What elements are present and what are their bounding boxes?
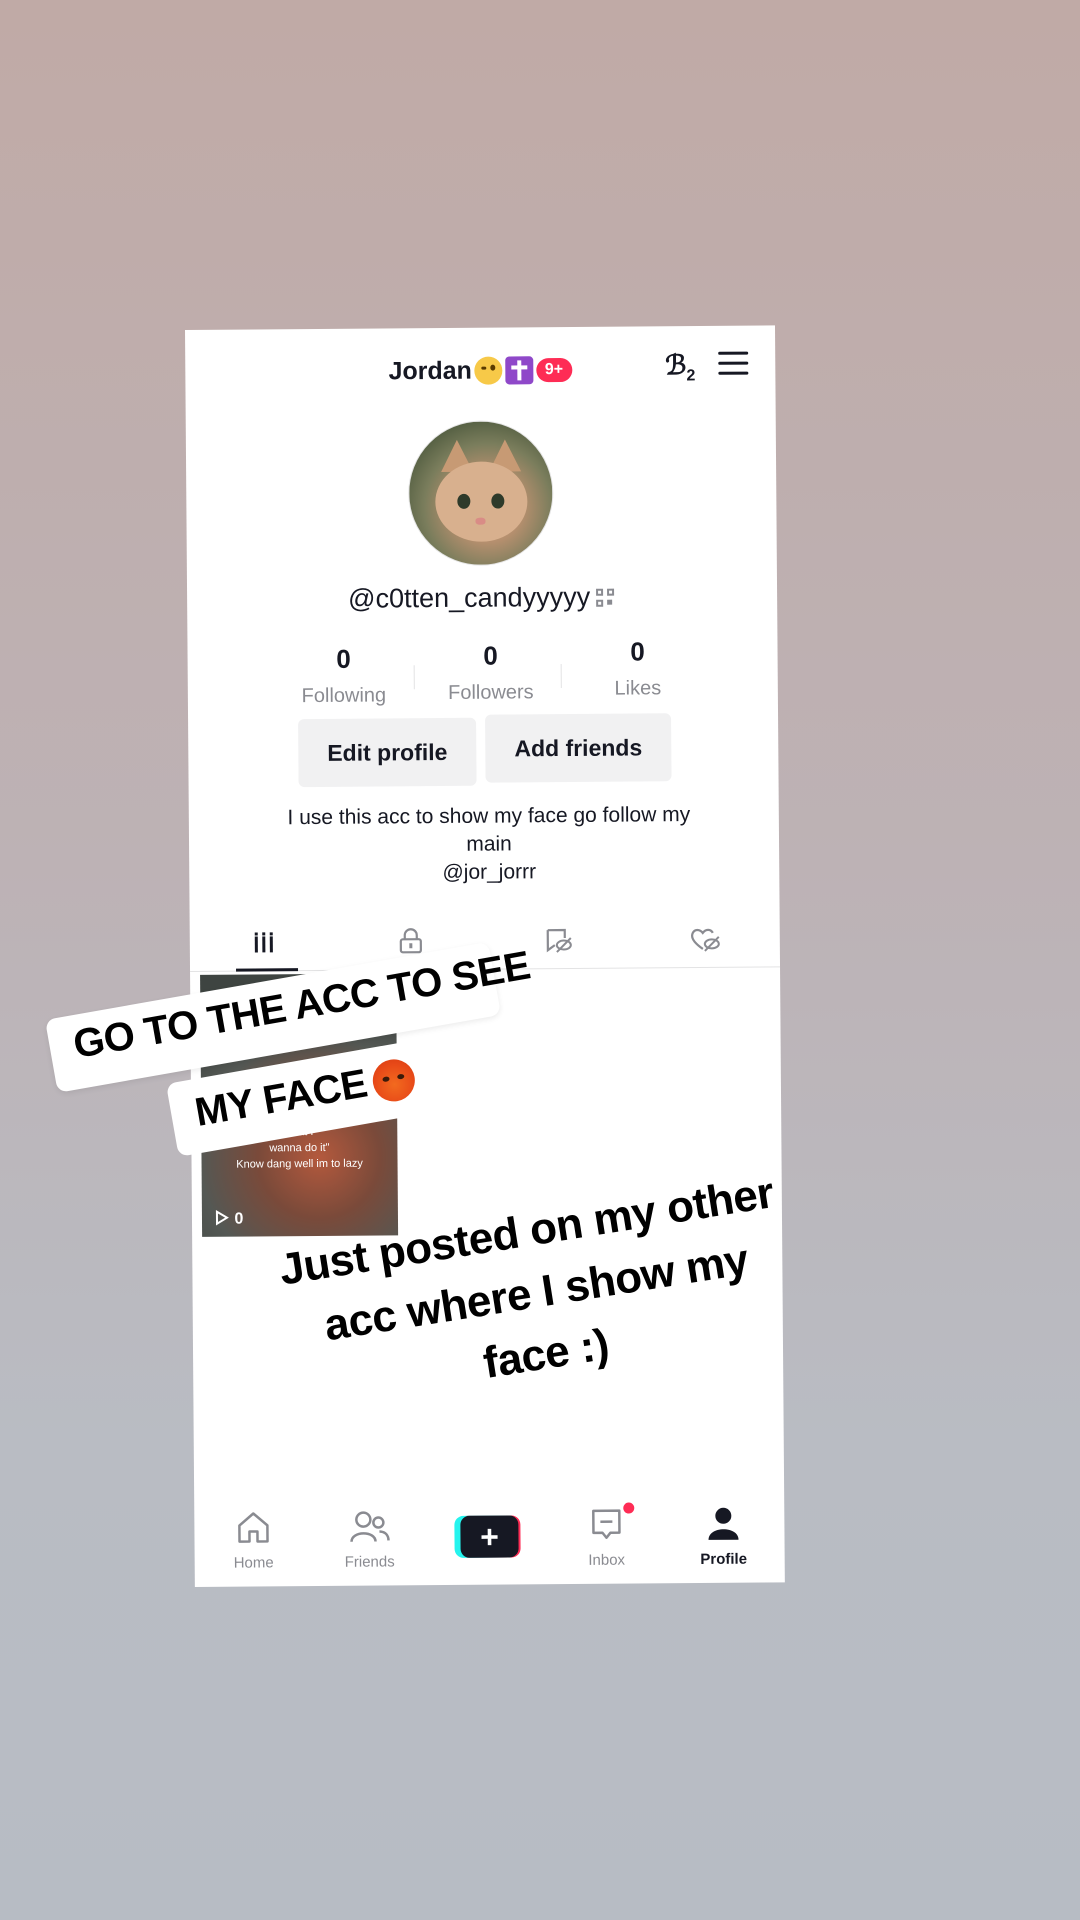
nav-home[interactable]: Home — [198, 1509, 308, 1572]
bio-line: I use this acc to show my face go follow… — [287, 803, 691, 830]
stats-row: 0 Following 0 Followers 0 Likes — [187, 635, 777, 707]
creator-tools-icon[interactable]: ℬ2 — [665, 350, 695, 386]
tab-videos[interactable] — [190, 914, 337, 972]
angry-face-icon — [369, 1056, 418, 1106]
lock-icon — [399, 928, 422, 954]
avatar[interactable] — [407, 420, 554, 567]
grid-icon — [253, 932, 274, 953]
stat-divider — [413, 665, 415, 690]
nav-home-label: Home — [233, 1554, 274, 1572]
bio-link[interactable]: @jor_jorrr — [259, 857, 719, 889]
create-button[interactable]: + — [458, 1515, 521, 1558]
stat-divider — [560, 664, 562, 689]
top-bar: Jordan 9+ ℬ2 — [185, 325, 776, 408]
inbox-notification-dot — [623, 1502, 635, 1514]
tab-liked[interactable] — [631, 910, 778, 967]
stat-likes[interactable]: 0 Likes — [567, 636, 707, 701]
cross-emoji-icon — [504, 356, 533, 385]
edit-profile-button[interactable]: Edit profile — [298, 717, 477, 788]
friends-icon — [350, 1511, 390, 1543]
bottom-nav: Home Friends + Inbox Profile — [194, 1502, 785, 1587]
followers-count: 0 — [483, 640, 498, 671]
nav-friends[interactable]: Friends — [314, 1508, 424, 1571]
nav-inbox-label: Inbox — [588, 1551, 626, 1569]
hidden-heart-icon — [690, 928, 720, 952]
qr-code-icon[interactable] — [596, 588, 616, 608]
play-icon — [215, 1210, 229, 1226]
display-name: Jordan — [388, 356, 472, 386]
view-count: 0 — [214, 1210, 244, 1229]
profile-icon — [708, 1507, 739, 1540]
view-count-value: 0 — [234, 1210, 244, 1228]
stat-followers[interactable]: 0 Followers — [420, 640, 560, 705]
notification-badge: 9+ — [535, 358, 573, 383]
nav-inbox[interactable]: Inbox — [551, 1506, 661, 1569]
stat-following[interactable]: 0 Following — [273, 643, 413, 708]
menu-icon[interactable] — [718, 351, 749, 375]
inbox-icon — [592, 1509, 621, 1539]
followers-label: Followers — [447, 681, 534, 704]
bio: I use this acc to show my face go follow… — [259, 801, 720, 889]
home-icon — [238, 1512, 269, 1543]
plus-icon: + — [460, 1515, 519, 1558]
hidden-bookmark-icon — [546, 928, 572, 953]
nav-profile[interactable]: Profile — [668, 1505, 778, 1568]
active-tab-indicator — [236, 968, 299, 972]
following-label: Following — [301, 684, 387, 708]
nav-friends-label: Friends — [344, 1553, 395, 1571]
likes-label: Likes — [614, 677, 662, 700]
username[interactable]: @c0tten_candyyyyy — [348, 582, 590, 614]
following-count: 0 — [336, 643, 351, 674]
bio-line: main — [466, 832, 512, 856]
video-caption-line: Know dang well im to lazy — [236, 1157, 363, 1171]
username-row: @c0tten_candyyyyy — [187, 580, 777, 616]
nav-profile-label: Profile — [700, 1550, 748, 1568]
add-friends-button[interactable]: Add friends — [485, 713, 672, 783]
likes-count: 0 — [630, 636, 645, 667]
wink-emoji-icon — [473, 356, 502, 386]
